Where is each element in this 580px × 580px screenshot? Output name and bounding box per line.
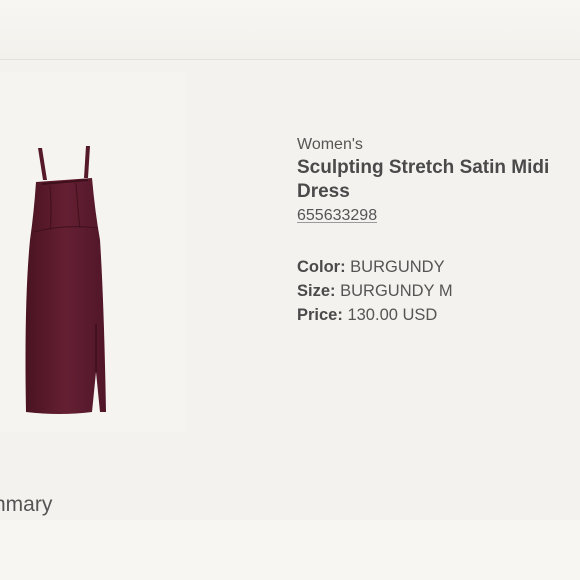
- product-attributes: Color: BURGUNDY Size: BURGUNDY M Price: …: [297, 255, 580, 327]
- size-value: BURGUNDY M: [340, 282, 453, 300]
- size-label: Size:: [297, 282, 336, 300]
- product-gender: Women's: [297, 136, 363, 153]
- summary-heading: nmary: [0, 493, 53, 516]
- color-value: BURGUNDY: [350, 258, 445, 276]
- bottom-blurred-band: [0, 520, 580, 580]
- product-image[interactable]: [0, 72, 186, 432]
- price-row: Price: 130.00 USD: [297, 303, 580, 327]
- product-details: Women's Sculpting Stretch Satin Midi Dre…: [297, 135, 580, 327]
- product-title[interactable]: Sculpting Stretch Satin Midi Dress: [297, 156, 580, 204]
- size-row: Size: BURGUNDY M: [297, 279, 580, 303]
- price-value: 130.00 USD: [347, 306, 438, 324]
- color-row: Color: BURGUNDY: [297, 255, 580, 279]
- price-label: Price:: [297, 306, 343, 324]
- dress-image: [25, 146, 106, 414]
- color-label: Color:: [297, 258, 346, 276]
- top-blurred-band: [0, 0, 580, 60]
- product-sku-link[interactable]: 655633298: [297, 205, 377, 227]
